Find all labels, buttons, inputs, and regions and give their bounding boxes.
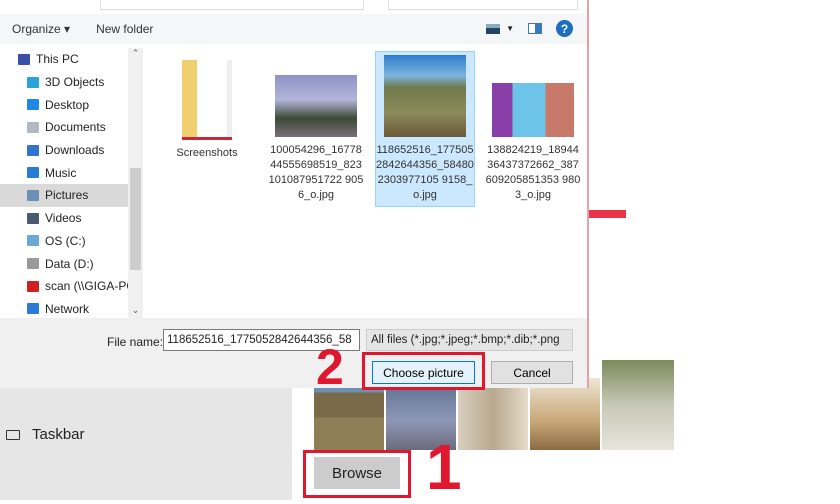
new-folder-button[interactable]: New folder	[96, 22, 153, 36]
preview-pane-icon[interactable]	[528, 23, 542, 34]
recent-image[interactable]	[530, 378, 600, 450]
drive-icon	[27, 235, 39, 247]
dialog-footer: File name: 118652516_1775052842644356_58…	[0, 318, 587, 388]
sidebar-item-3d-objects[interactable]: 3D Objects	[0, 71, 143, 94]
file-list: Screenshots 100054296_1677844555698519_8…	[143, 48, 587, 318]
sidebar-item-data-d[interactable]: Data (D:)	[0, 252, 143, 275]
image-thumbnail	[275, 75, 357, 137]
file-item-selected[interactable]: 118652516_1775052842644356_5848023039771…	[375, 51, 475, 207]
sidebar-item-taskbar[interactable]: Taskbar	[6, 426, 85, 443]
nav-label: scan (\\GIGA-PC)	[45, 279, 140, 294]
step-2-label: 2	[316, 339, 344, 395]
download-icon	[27, 144, 39, 156]
organize-menu[interactable]: Organize ▾	[12, 22, 70, 36]
music-icon	[27, 167, 39, 179]
file-name: 100054296_1677844555698519_8231010879517…	[268, 144, 364, 201]
folder-icon	[182, 60, 232, 140]
address-bar[interactable]	[100, 0, 364, 10]
recent-image[interactable]	[602, 360, 674, 450]
sidebar-item-scan-giga-pc[interactable]: scan (\\GIGA-PC)	[0, 275, 143, 298]
highlight-choose-picture	[362, 352, 485, 390]
computer-icon	[18, 53, 30, 65]
network-icon	[27, 303, 39, 315]
nav-label: Music	[45, 165, 77, 180]
video-icon	[27, 212, 39, 224]
sidebar-item-desktop[interactable]: Desktop	[0, 93, 143, 116]
nav-label: 3D Objects	[45, 75, 105, 90]
highlight-browse	[303, 450, 411, 498]
nav-label: Videos	[45, 211, 82, 226]
file-item[interactable]: 138824219_1894436437372662_3876092058513…	[485, 83, 581, 203]
sidebar-item-videos[interactable]: Videos	[0, 207, 143, 230]
sidebar-item-os-c[interactable]: OS (C:)	[0, 230, 143, 253]
file-name-label: File name:	[107, 335, 164, 349]
nav-label: Desktop	[45, 97, 90, 112]
sidebar-item-pictures[interactable]: Pictures	[0, 184, 128, 207]
document-icon	[27, 121, 39, 133]
image-thumbnail	[384, 55, 466, 137]
network-drive-icon	[27, 280, 39, 292]
nav-label: Documents	[45, 120, 106, 135]
image-thumbnail	[492, 83, 574, 137]
help-icon[interactable]: ?	[556, 20, 573, 37]
search-box[interactable]	[388, 0, 578, 10]
file-name: 138824219_1894436437372662_3876092058513…	[485, 144, 581, 201]
pictures-icon	[27, 189, 39, 201]
view-dropdown-icon[interactable]: ▼	[506, 24, 514, 33]
scroll-down-icon[interactable]: ⌄	[128, 305, 143, 316]
nav-label: Network	[45, 301, 90, 316]
nav-label: Data (D:)	[45, 256, 94, 271]
navigation-pane: This PC 3D Objects Desktop Documents Downloa…	[0, 48, 143, 318]
cube-icon	[27, 76, 39, 88]
nav-label: OS (C:)	[45, 233, 86, 248]
step-1-label: 1	[426, 431, 462, 503]
file-item-folder[interactable]: Screenshots	[159, 60, 255, 161]
nav-label: This PC	[36, 52, 79, 67]
file-name: 118652516_1775052842644356_5848023039771…	[376, 144, 474, 201]
sidebar-item-music[interactable]: Music	[0, 161, 143, 184]
taskbar-label: Taskbar	[32, 426, 85, 443]
scroll-thumb[interactable]	[130, 168, 141, 270]
drive-icon	[27, 258, 39, 270]
sidebar-item-documents[interactable]: Documents	[0, 116, 143, 139]
nav-scrollbar[interactable]: ⌃ ⌄	[128, 48, 143, 318]
sidebar-item-downloads[interactable]: Downloads	[0, 139, 143, 162]
cancel-button[interactable]: Cancel	[491, 361, 573, 384]
sidebar-item-network[interactable]: Network	[0, 298, 143, 318]
file-type-select[interactable]: All files (*.jpg;*.jpeg;*.bmp;*.dib;*.pn…	[366, 329, 573, 351]
sidebar-item-this-pc[interactable]: This PC	[0, 48, 143, 71]
view-options-icon[interactable]	[486, 23, 501, 34]
taskbar-icon	[6, 429, 20, 440]
file-item[interactable]: 100054296_1677844555698519_8231010879517…	[268, 75, 364, 203]
nav-label: Pictures	[45, 188, 89, 203]
desktop-icon	[27, 99, 39, 111]
file-name: Screenshots	[176, 147, 238, 159]
open-file-dialog: Organize ▾ New folder ▼ ? This PC 3D Obje…	[0, 0, 589, 388]
nav-label: Downloads	[45, 143, 105, 158]
scroll-up-icon[interactable]: ⌃	[128, 48, 143, 59]
decorative-bar	[588, 210, 626, 218]
